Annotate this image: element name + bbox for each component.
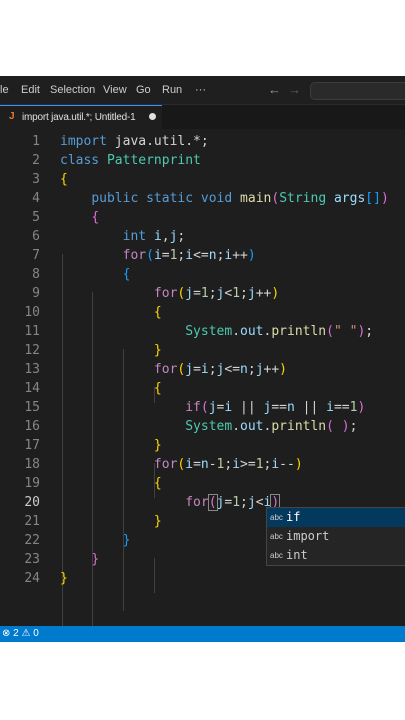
menu-more[interactable]: ··· (195, 84, 206, 96)
code-text: { (153, 305, 162, 320)
suggest-item-int[interactable]: abc int (267, 546, 405, 565)
code-text: for(j=1;j<i) (185, 494, 281, 511)
line-number: 4 (32, 191, 40, 206)
line-number: 16 (24, 419, 40, 434)
suggest-label: if (286, 510, 301, 524)
code-line: 1 import java.util.*; (0, 132, 405, 151)
arrow-left-icon[interactable]: ← (268, 82, 281, 97)
code-line: 16 System.out.println( ); (0, 417, 405, 436)
line-number: 11 (24, 324, 40, 339)
code-text: for(j=i;j<=n;j++) (153, 362, 287, 377)
code-line: 3 { (0, 170, 405, 189)
line-number: 5 (32, 210, 40, 225)
code-line: 6 int i,j; (0, 227, 405, 246)
code-text: class Patternprint (60, 153, 201, 168)
code-line: 7 for(i=1;i<=n;i++) (0, 246, 405, 265)
java-file-icon: J (9, 111, 15, 122)
line-number: 6 (32, 229, 40, 244)
line-number: 18 (24, 457, 40, 472)
code-text: System.out.println(" "); (185, 324, 374, 339)
code-line: 9 for(j=1;j<1;j++) (0, 284, 405, 303)
line-number: 22 (24, 533, 40, 548)
arrow-right-icon[interactable]: → (288, 82, 301, 97)
tab-untitled-1[interactable]: J import java.util.*; Untitled-1 (0, 105, 162, 130)
tab-bar: J import java.util.*; Untitled-1 (0, 105, 405, 130)
code-line: 19 { (0, 474, 405, 493)
menu-selection[interactable]: Selection (50, 84, 95, 96)
suggest-label: int (286, 548, 308, 562)
line-number: 21 (24, 514, 40, 529)
line-number: 1 (32, 134, 40, 149)
line-number: 17 (24, 438, 40, 453)
suggest-widget: abc if abc import abc int (266, 507, 405, 566)
code-text: } (122, 533, 131, 548)
text-word-icon: abc (270, 513, 283, 522)
problems-indicator[interactable]: ⊗ 2 ⚠ 0 (2, 628, 39, 639)
code-text: for(i=n-1;i>=1;i--) (153, 457, 303, 472)
line-number: 7 (32, 248, 40, 263)
code-line: 11 System.out.println(" "); (0, 322, 405, 341)
text-word-icon: abc (270, 532, 283, 541)
code-text: { (153, 476, 162, 491)
line-number: 23 (24, 552, 40, 567)
text-word-icon: abc (270, 551, 283, 560)
line-number: 10 (24, 305, 40, 320)
menu-view[interactable]: View (103, 84, 127, 96)
vscode-window: le Edit Selection View Go Run ··· ← → J … (0, 76, 405, 642)
suggest-item-import[interactable]: abc import (267, 527, 405, 546)
menu-edit[interactable]: Edit (21, 84, 40, 96)
code-text: for(j=1;j<1;j++) (153, 286, 280, 301)
menu-go[interactable]: Go (136, 84, 151, 96)
code-line: 4 public static void main(String args[]) (0, 189, 405, 208)
code-line: 12 } (0, 341, 405, 360)
line-number: 13 (24, 362, 40, 377)
line-number: 9 (32, 286, 40, 301)
line-number: 12 (24, 343, 40, 358)
code-text: { (60, 172, 68, 187)
line-number: 20 (24, 495, 40, 510)
code-text: for(i=1;i<=n;i++) (122, 248, 256, 263)
code-line: 18 for(i=n-1;i>=1;i--) (0, 455, 405, 474)
code-line: 8 { (0, 265, 405, 284)
code-text: } (60, 571, 68, 586)
line-number: 15 (24, 400, 40, 415)
code-line: 24 } (0, 569, 405, 588)
code-line: 14 { (0, 379, 405, 398)
suggest-label: import (286, 529, 330, 543)
tab-label: import java.util.*; Untitled-1 (22, 112, 136, 123)
command-center-search[interactable] (310, 82, 405, 100)
status-bar: ⊗ 2 ⚠ 0 (0, 626, 405, 642)
menu-bar: le Edit Selection View Go Run ··· ← → (0, 76, 405, 105)
code-text: System.out.println( ); (185, 419, 358, 434)
code-text: if(j=i || j==n || i==1) (185, 400, 366, 415)
code-line: 13 for(j=i;j<=n;j++) (0, 360, 405, 379)
menu-file[interactable]: le (0, 84, 9, 96)
code-text: import java.util.*; (60, 134, 209, 149)
line-number: 24 (24, 571, 40, 586)
code-line: 5 { (0, 208, 405, 227)
unsaved-dot-icon[interactable] (149, 113, 156, 120)
line-number: 19 (24, 476, 40, 491)
line-number: 14 (24, 381, 40, 396)
code-text: { (91, 210, 100, 225)
code-line: 10 { (0, 303, 405, 322)
code-text: } (153, 438, 162, 453)
code-text: { (153, 381, 162, 396)
code-text: public static void main(String args[]) (91, 191, 389, 206)
suggest-item-if[interactable]: abc if (267, 508, 405, 527)
code-text: } (153, 343, 162, 358)
menu-run[interactable]: Run (162, 84, 182, 96)
code-line: 2 class Patternprint (0, 151, 405, 170)
line-number: 3 (32, 172, 40, 187)
code-text: } (153, 514, 162, 529)
code-text: } (91, 552, 100, 567)
code-line: 15 if(j=i || j==n || i==1) (0, 398, 405, 417)
code-text: int i,j; (122, 229, 186, 244)
line-number: 8 (32, 267, 40, 282)
line-number: 2 (32, 153, 40, 168)
code-line: 17 } (0, 436, 405, 455)
code-text: { (122, 267, 131, 282)
